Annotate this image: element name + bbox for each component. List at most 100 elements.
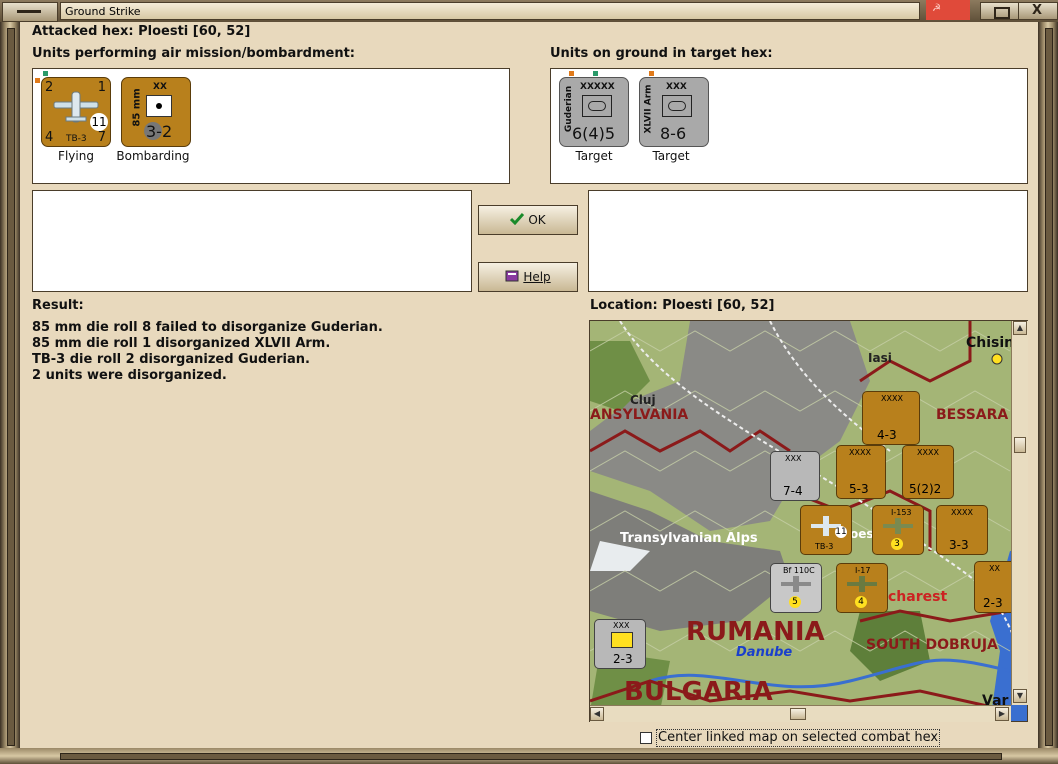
status-dot: [649, 71, 654, 76]
artillery-symbol-icon: [146, 95, 172, 117]
artillery-counter[interactable]: XX 85 mm 3-2: [121, 77, 191, 147]
map-label-bucharest: charest: [888, 589, 948, 605]
map-label-danube: Danube: [736, 645, 793, 660]
unit-strength: 5(2)2: [909, 482, 942, 496]
left-frame[interactable]: [0, 22, 20, 750]
map-label-bulgaria: BULGARIA: [624, 677, 773, 707]
scroll-down-icon[interactable]: ▼: [1013, 689, 1027, 703]
unit-size: XXX: [613, 621, 630, 630]
unit-size: XXX: [785, 454, 802, 463]
map-counter[interactable]: XXX 2-3: [594, 619, 646, 669]
unit-status: Target: [575, 149, 613, 163]
ground-units-heading: Units on ground in target hex:: [550, 46, 773, 61]
status-dot: [593, 71, 598, 76]
unit-size: XXXXX: [580, 82, 615, 92]
ok-label: OK: [528, 213, 546, 227]
map-counter[interactable]: I-153 3: [872, 505, 924, 555]
map-label-transylvania: ANSYLVANIA: [590, 407, 689, 423]
right-frame[interactable]: [1038, 22, 1058, 750]
unit-size: XXX: [666, 82, 687, 92]
help-button[interactable]: Help: [478, 262, 578, 292]
close-button[interactable]: X: [1018, 2, 1058, 20]
tb3-counter[interactable]: 2 1 11 4 TB-3 7: [41, 77, 111, 147]
xlvii-arm-counter[interactable]: XXX XLVII Arm 8-6: [639, 77, 709, 147]
unit-name: I-17: [855, 566, 871, 575]
unit-strength: 2-3: [613, 652, 633, 666]
map-counter[interactable]: XXXX 3-3: [936, 505, 988, 555]
map-horizontal-scrollbar[interactable]: ◀ ▶: [590, 705, 1011, 722]
scroll-thumb[interactable]: [1014, 437, 1026, 453]
air-unit-info-panel: [32, 190, 472, 292]
map-label-cluj: Cluj: [630, 393, 656, 407]
scroll-right-icon[interactable]: ▶: [995, 707, 1009, 721]
guderian-counter[interactable]: XXXXX Guderian 6(4)5: [559, 77, 629, 147]
alert-icon: ☭: [932, 3, 941, 14]
status-dot: [569, 71, 574, 76]
status-dot: [43, 71, 48, 76]
unit-status: Bombarding: [116, 149, 190, 163]
unit-name: 85 mm: [131, 88, 143, 127]
counter-name: TB-3: [66, 134, 87, 144]
map-label-alps: Transylvanian Alps: [620, 531, 758, 546]
unit-size: XXXX: [849, 448, 871, 457]
center-map-checkbox-label[interactable]: Center linked map on selected combat hex: [656, 729, 941, 747]
ground-unit-info-panel: [588, 190, 1028, 292]
map-vertical-scrollbar[interactable]: ▲ ▼: [1011, 321, 1028, 705]
unit-strength: 3-2: [146, 122, 173, 141]
window-title: Ground Strike: [60, 2, 920, 20]
unit-status: Flying: [58, 149, 94, 163]
result-line: 2 units were disorganized.: [32, 368, 227, 383]
map-label-ploesti: oes: [850, 527, 874, 541]
unit-name: XLVII Arm: [643, 84, 654, 134]
scroll-thumb[interactable]: [790, 708, 806, 720]
close-icon: X: [1032, 3, 1043, 18]
center-map-checkbox[interactable]: [640, 732, 652, 744]
checkmark-icon: [510, 207, 525, 235]
map-label-bessarabia: BESSARA: [936, 407, 1009, 423]
map-counter[interactable]: Bf 110C 5: [770, 563, 822, 613]
counter-badge: 3: [891, 538, 903, 550]
unit-strength: 6(4)5: [572, 124, 616, 143]
unit-size: XX: [989, 564, 1000, 573]
unit-strength: 2-3: [983, 596, 1003, 610]
air-units-panel: 2 1 11 4 TB-3 7 Flying XX 85 mm 3-2 Bomb…: [32, 68, 510, 184]
map-counter[interactable]: TB-3 11: [800, 505, 852, 555]
counter-bottom-left: 4: [45, 130, 54, 145]
fighter-plane-icon: [781, 576, 811, 592]
map-label-chisinau: Chisin: [966, 335, 1015, 351]
result-heading: Result:: [32, 298, 84, 313]
bottom-frame[interactable]: [0, 748, 1058, 764]
alert-indicator: ☭: [926, 0, 970, 20]
map-counter[interactable]: XXXX 4-3: [862, 391, 920, 445]
unit-symbol-icon: [611, 632, 633, 648]
unit-strength: 5-3: [849, 482, 869, 496]
armor-symbol-icon: [662, 95, 692, 117]
fighter-plane-icon: [847, 576, 877, 592]
location-map[interactable]: Iasi Chisin Cluj ANSYLVANIA BESSARA Tran…: [589, 320, 1028, 722]
map-label-iasi: Iasi: [868, 351, 892, 365]
title-bar: Ground Strike ☭ X: [0, 0, 1058, 22]
map-counter[interactable]: XXXX 5(2)2: [902, 445, 954, 499]
maximize-button[interactable]: [980, 2, 1020, 20]
counter-bottom-right: 7: [97, 130, 106, 145]
map-counter[interactable]: I-17 4: [836, 563, 888, 613]
system-menu-button[interactable]: [2, 2, 58, 22]
scroll-left-icon[interactable]: ◀: [590, 707, 604, 721]
unit-size: XXXX: [951, 508, 973, 517]
counter-badge: 5: [789, 596, 801, 608]
unit-name: I-153: [891, 508, 912, 517]
map-label-south-dobruja: SOUTH DOBRUJA: [866, 637, 998, 653]
help-label: Help: [523, 270, 551, 284]
counter-badge: 11: [835, 526, 847, 538]
result-line: 85 mm die roll 1 disorganized XLVII Arm.: [32, 336, 331, 351]
scroll-up-icon[interactable]: ▲: [1013, 321, 1027, 335]
location-heading: Location: Ploesti [60, 52]: [590, 298, 775, 313]
unit-status: Target: [652, 149, 690, 163]
map-counter[interactable]: XX 2-3: [974, 561, 1016, 613]
result-line: TB-3 die roll 2 disorganized Guderian.: [32, 352, 310, 367]
map-counter[interactable]: XXX 7-4: [770, 451, 820, 501]
unit-size: XXXX: [881, 394, 903, 403]
fighter-plane-icon: [883, 518, 913, 534]
map-counter[interactable]: XXXX 5-3: [836, 445, 886, 499]
ok-button[interactable]: OK: [478, 205, 578, 235]
